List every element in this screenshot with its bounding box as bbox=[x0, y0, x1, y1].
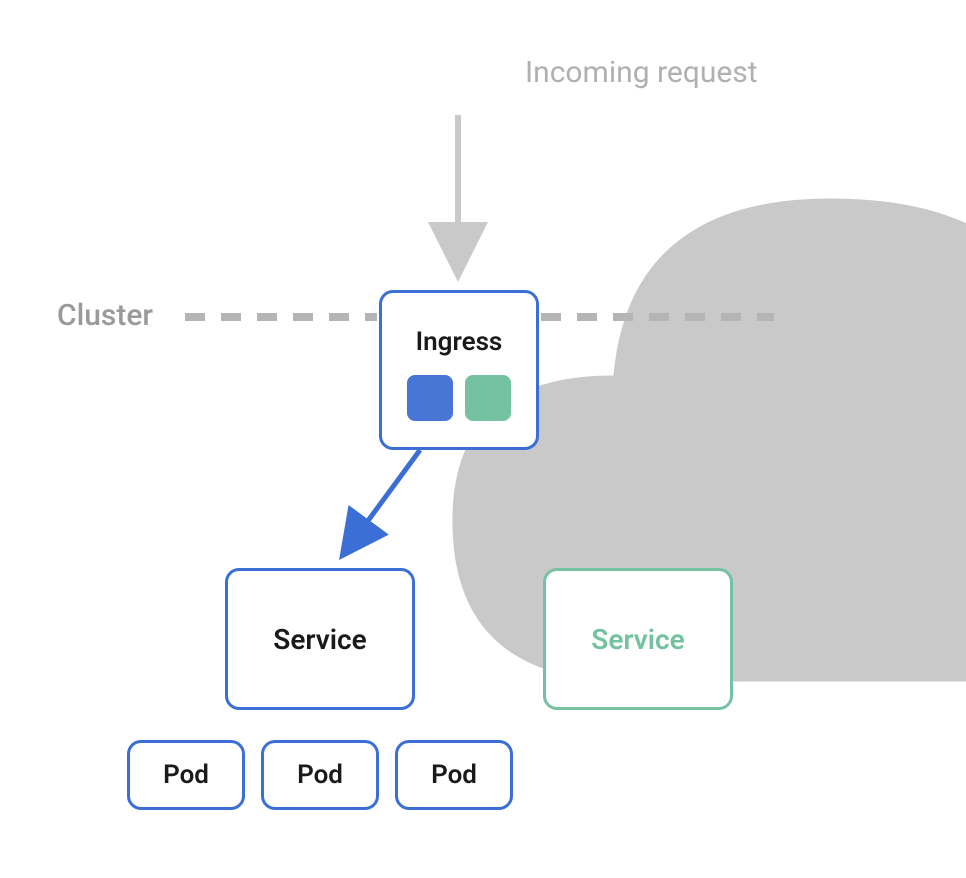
service-blue-box: Service bbox=[225, 568, 415, 710]
arrow-ingress-green bbox=[500, 450, 598, 552]
pod-1-label: Pod bbox=[163, 760, 209, 790]
service-green-label: Service bbox=[591, 623, 684, 656]
pod-box-3: Pod bbox=[395, 740, 513, 810]
service-blue-label: Service bbox=[273, 623, 366, 656]
ingress-diagram: Incoming request Cluster Ingress Service… bbox=[0, 0, 966, 860]
route-blue-icon bbox=[407, 375, 453, 421]
arrow-ingress-blue bbox=[345, 450, 420, 552]
incoming-request-label: Incoming request bbox=[525, 55, 758, 90]
ingress-routes bbox=[407, 375, 511, 421]
pod-box-2: Pod bbox=[261, 740, 379, 810]
cluster-label: Cluster bbox=[57, 298, 153, 333]
ingress-box: Ingress bbox=[379, 290, 539, 450]
pod-box-1: Pod bbox=[127, 740, 245, 810]
service-green-box: Service bbox=[543, 568, 733, 710]
pod-2-label: Pod bbox=[297, 760, 343, 790]
route-green-icon bbox=[465, 375, 511, 421]
ingress-label: Ingress bbox=[416, 327, 503, 357]
pod-3-label: Pod bbox=[431, 760, 477, 790]
cluster-boundary-left bbox=[185, 313, 377, 321]
cluster-boundary-right bbox=[541, 313, 774, 321]
